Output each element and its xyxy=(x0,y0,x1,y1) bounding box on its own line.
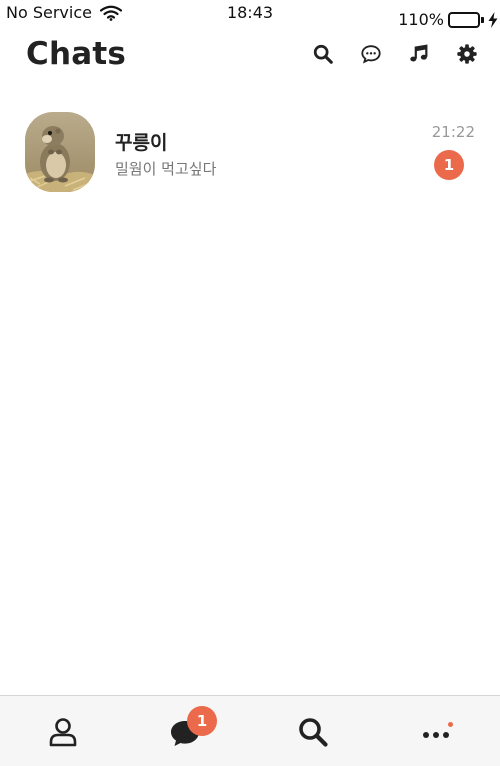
chat-name: 꾸릉이 xyxy=(115,132,168,154)
settings-button[interactable] xyxy=(456,43,478,65)
chat-time: 21:22 xyxy=(431,123,475,141)
chat-list-item[interactable]: 꾸릉이 밀웜이 먹고싶다 21:22 1 xyxy=(0,100,500,200)
search-icon xyxy=(299,718,328,747)
nav-friends-tab[interactable] xyxy=(45,714,81,750)
unread-badge: 1 xyxy=(434,150,464,180)
more-icon xyxy=(423,732,449,738)
charging-icon xyxy=(488,11,498,28)
bottom-nav: 1 xyxy=(0,695,500,766)
header-actions xyxy=(312,43,478,65)
music-icon xyxy=(410,44,428,62)
friends-icon xyxy=(49,718,77,747)
music-button[interactable] xyxy=(408,43,430,65)
new-chat-button[interactable] xyxy=(360,43,382,65)
search-button[interactable] xyxy=(312,43,334,65)
battery-icon xyxy=(448,11,484,28)
status-bar: No Service 18:43 110% xyxy=(0,0,500,34)
settings-icon xyxy=(457,44,477,64)
header: Chats xyxy=(0,34,500,84)
page-title: Chats xyxy=(26,36,127,72)
search-icon xyxy=(313,44,333,64)
chats-tab-badge: 1 xyxy=(187,706,217,736)
nav-search-tab[interactable] xyxy=(295,714,331,750)
nav-more-tab[interactable] xyxy=(418,714,454,750)
more-tab-dot xyxy=(448,722,453,727)
chat-preview: 밀웜이 먹고싶다 xyxy=(115,160,217,178)
status-right: 110% xyxy=(398,10,498,29)
chat-screen: No Service 18:43 110% Chats 꾸릉이 밀웜이 먹고싶다… xyxy=(0,0,500,766)
avatar xyxy=(25,112,95,192)
new-chat-icon xyxy=(361,45,381,64)
chat-list: 꾸릉이 밀웜이 먹고싶다 21:22 1 xyxy=(0,100,500,200)
battery-percent: 110% xyxy=(398,10,444,29)
